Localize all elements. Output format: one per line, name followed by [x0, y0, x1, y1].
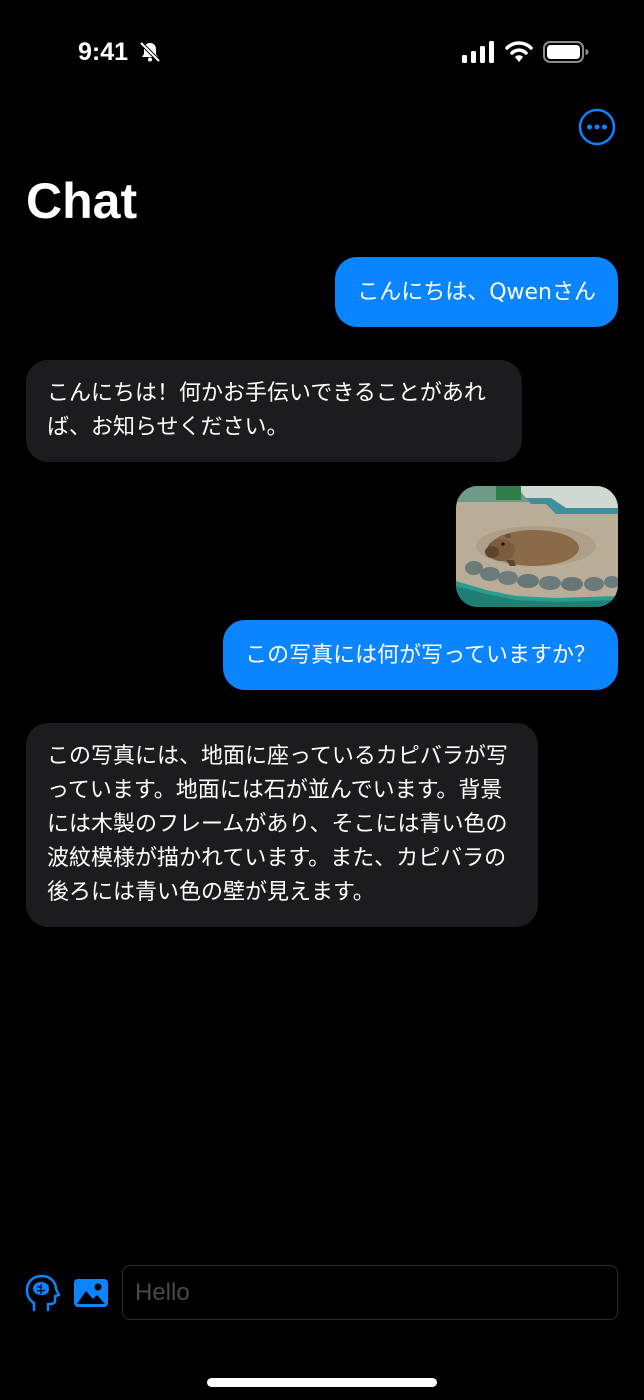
- capybara-photo-message[interactable]: [456, 486, 618, 607]
- status-time: 9:41: [78, 38, 129, 66]
- mute-icon: [139, 41, 161, 63]
- capybara-photo: [456, 486, 618, 607]
- more-options-button[interactable]: [578, 108, 616, 146]
- assistant-message-bubble: この写真には、地面に座っているカピバラが写っています。地面には石が並んでいます。…: [26, 723, 538, 927]
- message-input[interactable]: [122, 1265, 618, 1320]
- brain-head-icon[interactable]: [24, 1274, 60, 1312]
- home-indicator[interactable]: [207, 1378, 437, 1387]
- user-message-bubble: この写真には何が写っていますか？: [223, 620, 618, 690]
- battery-icon: [543, 41, 589, 63]
- user-message-bubble: こんにちは、Qwenさん: [335, 257, 618, 327]
- status-bar: 9:41: [0, 30, 644, 74]
- wifi-icon: [505, 41, 533, 62]
- page-title: Chat: [26, 173, 138, 229]
- assistant-message-bubble: こんにちは！何かお手伝いできることがあれば、お知らせください。: [26, 360, 522, 462]
- signal-icon: [462, 41, 494, 63]
- photo-icon[interactable]: [73, 1278, 109, 1308]
